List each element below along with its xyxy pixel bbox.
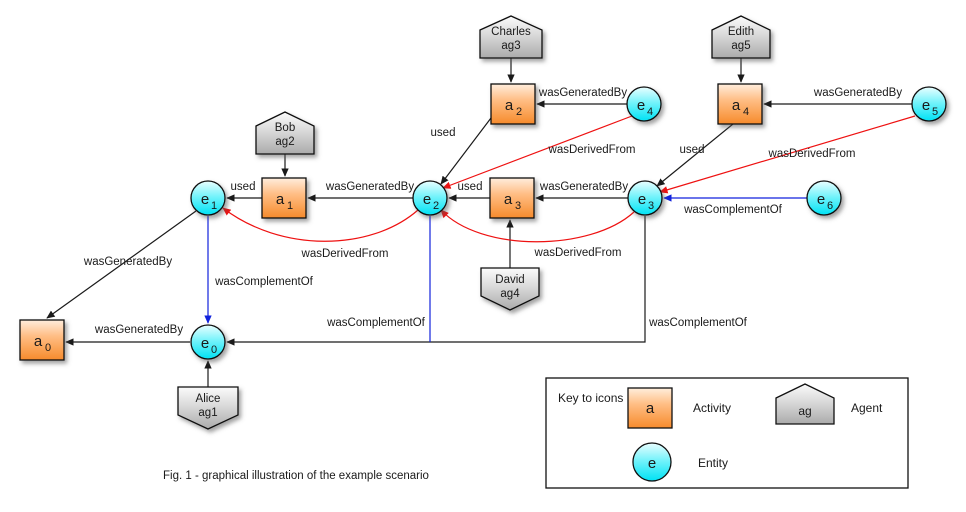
activity-sub-a3: 3 — [515, 200, 521, 212]
activity-label-a0: a — [34, 333, 43, 350]
agent-name-ag4: David — [495, 274, 524, 286]
legend-title: Key to icons — [558, 391, 623, 405]
agent-node-ag2[interactable]: Bob ag2 — [255, 111, 315, 155]
edge-label-e1-e0-complement: wasComplementOf — [214, 276, 314, 288]
entity-label-e4: e — [637, 97, 645, 114]
legend-activity-symbol: a — [646, 400, 655, 417]
agents-layer: Bob ag2 Charles ag3 Edith ag5 David ag4 — [177, 15, 771, 430]
agent-node-ag1[interactable]: Alice ag1 — [177, 386, 239, 430]
edge-label-e3-a3: wasGeneratedBy — [539, 181, 628, 193]
edges-layer — [46, 58, 916, 387]
legend-agent-symbol: ag — [798, 404, 811, 418]
edge-label-a3-e2: used — [458, 181, 483, 193]
figure-caption: Fig. 1 - graphical illustration of the e… — [163, 470, 429, 482]
activity-node-a3[interactable]: a 3 — [489, 177, 535, 219]
edge-label-a2-e2: used — [431, 127, 456, 139]
entity-label-e5: e — [922, 97, 930, 114]
edge-label-e4-e2-derived: wasDerivedFrom — [548, 144, 636, 156]
edge-label-a4-e3: used — [680, 144, 705, 156]
entity-node-e5[interactable]: e 5 — [911, 86, 947, 122]
activity-node-a2[interactable]: a 2 — [490, 83, 536, 125]
activity-label-a3: a — [504, 191, 513, 208]
edge-e3-e2-derived[interactable] — [440, 209, 635, 243]
legend-entity-label: Entity — [698, 456, 728, 470]
entity-sub-e4: 4 — [647, 106, 653, 118]
activity-sub-a0: 0 — [45, 342, 51, 354]
entity-sub-e2: 2 — [433, 200, 439, 212]
activity-label-a1: a — [276, 191, 285, 208]
edge-label-e2-a1: wasGeneratedBy — [325, 181, 414, 193]
entity-node-e4[interactable]: e 4 — [626, 86, 662, 122]
edge-label-e4-a2: wasGeneratedBy — [538, 87, 627, 99]
agent-code-ag3: ag3 — [501, 40, 520, 52]
agent-name-ag1: Alice — [196, 393, 221, 405]
agent-code-ag1: ag1 — [198, 407, 217, 419]
agent-node-ag5[interactable]: Edith ag5 — [711, 15, 771, 59]
edge-label-e5-e3-derived: wasDerivedFrom — [768, 148, 856, 160]
edge-label-e0-a0: wasGeneratedBy — [94, 324, 183, 336]
agent-code-ag4: ag4 — [500, 288, 520, 300]
edge-label-e3-e2-derived: wasDerivedFrom — [534, 247, 622, 259]
agent-name-ag5: Edith — [728, 26, 754, 38]
edge-label-e2-e1-derived: wasDerivedFrom — [301, 248, 389, 260]
entity-label-e3: e — [638, 191, 646, 208]
edge-label-e1-a0: wasGeneratedBy — [83, 256, 172, 268]
activity-label-a2: a — [505, 97, 514, 114]
agent-code-ag2: ag2 — [275, 136, 294, 148]
entity-sub-e3: 3 — [648, 200, 654, 212]
activity-node-a1[interactable]: a 1 — [261, 177, 307, 219]
activity-sub-a2: 2 — [516, 106, 522, 118]
figure-root: Bob ag2 Charles ag3 Edith ag5 David ag4 — [0, 0, 966, 512]
legend: Key to icons a Activity ag Agent e Entit… — [545, 377, 909, 489]
entity-node-e6[interactable]: e 6 — [806, 180, 842, 216]
legend-entity-symbol: e — [648, 455, 656, 472]
agent-node-ag4[interactable]: David ag4 — [480, 267, 540, 311]
entity-sub-e5: 5 — [932, 106, 938, 118]
activity-label-a4: a — [732, 97, 741, 114]
edge-label-e3-e0-complement: wasComplementOf — [648, 317, 748, 329]
entity-label-e0: e — [201, 335, 209, 352]
entity-label-e1: e — [201, 191, 209, 208]
entity-sub-e1: 1 — [211, 200, 217, 212]
entity-node-e0[interactable]: e 0 — [190, 324, 226, 360]
edge-label-e5-a4: wasGeneratedBy — [813, 87, 902, 99]
entity-sub-e6: 6 — [827, 200, 833, 212]
legend-activity-label: Activity — [693, 401, 731, 415]
activity-node-a4[interactable]: a 4 — [717, 83, 763, 125]
activity-node-a0[interactable]: a 0 — [19, 319, 65, 361]
entity-label-e2: e — [423, 191, 431, 208]
agent-name-ag2: Bob — [275, 122, 295, 134]
agent-node-ag3[interactable]: Charles ag3 — [479, 15, 543, 59]
edge-e2-e1-derived[interactable] — [222, 207, 419, 242]
entity-node-e2[interactable]: e 2 — [412, 180, 448, 216]
edge-label-e2-e0-complement: wasComplementOf — [326, 317, 426, 329]
agent-name-ag3: Charles — [491, 26, 531, 38]
agent-code-ag5: ag5 — [731, 40, 750, 52]
entity-label-e6: e — [817, 191, 825, 208]
activity-sub-a4: 4 — [743, 106, 749, 118]
entity-sub-e0: 0 — [211, 344, 217, 356]
entity-node-e3[interactable]: e 3 — [627, 180, 663, 216]
legend-agent-label: Agent — [851, 401, 883, 415]
edge-label-e6-e3-complement: wasComplementOf — [683, 204, 783, 216]
edge-label-a1-e1: used — [231, 181, 256, 193]
entity-node-e1[interactable]: e 1 — [190, 180, 226, 216]
activity-sub-a1: 1 — [287, 200, 293, 212]
provenance-diagram: Bob ag2 Charles ag3 Edith ag5 David ag4 — [19, 15, 947, 489]
